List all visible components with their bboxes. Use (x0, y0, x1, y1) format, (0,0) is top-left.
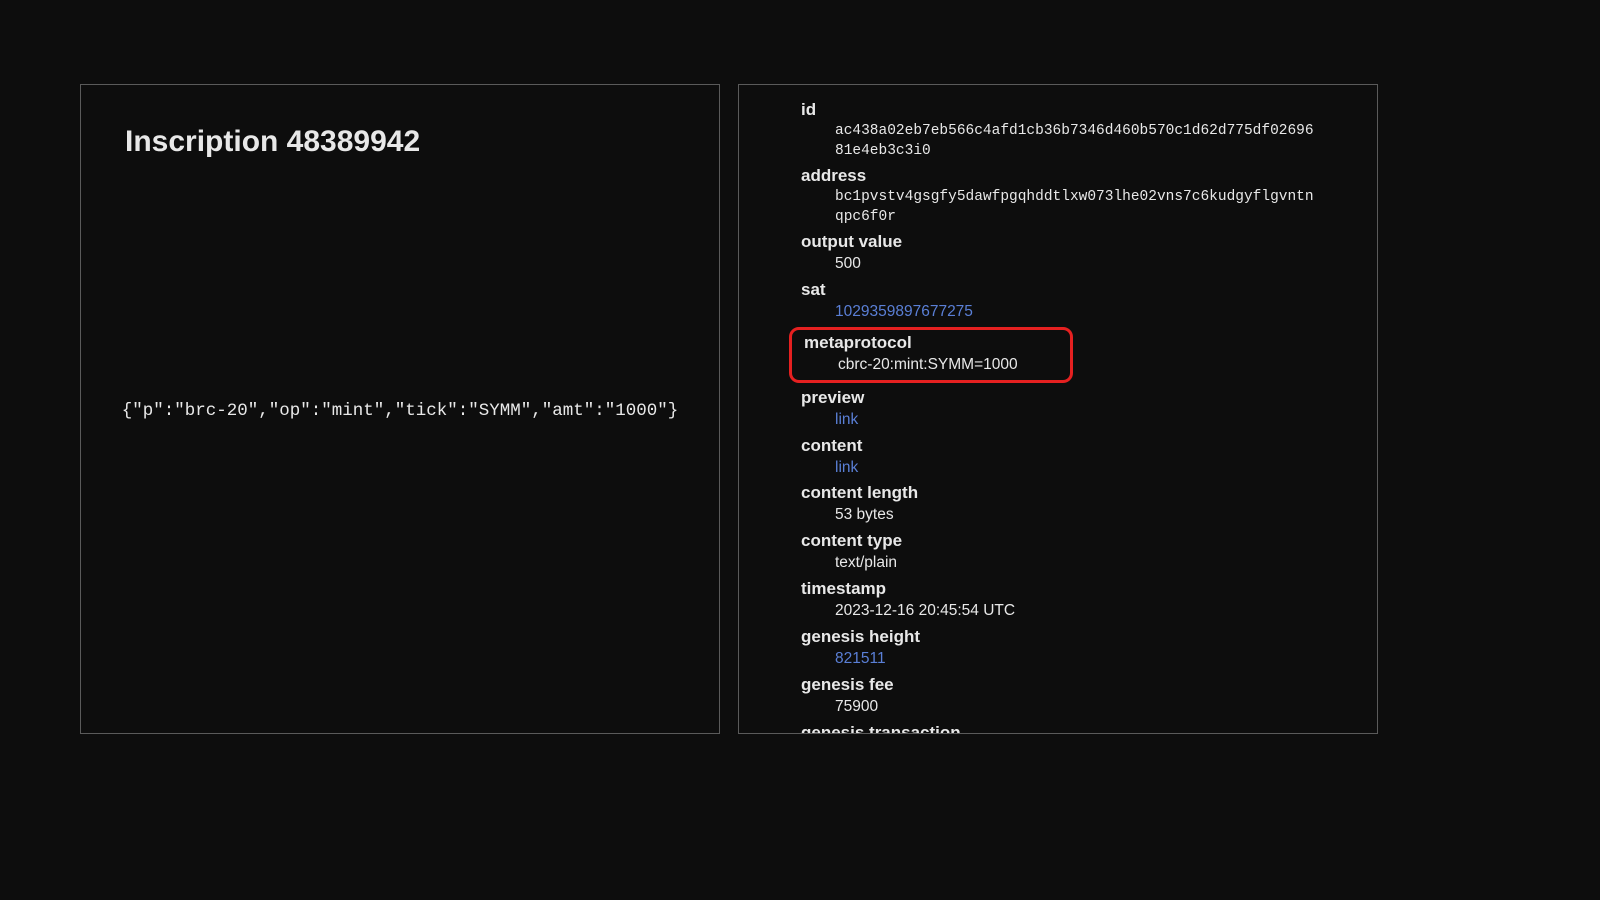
field-content-type-label: content type (801, 530, 1317, 553)
field-address-value: bc1pvstv4gsgfy5dawfpgqhddtlxw073lhe02vns… (801, 188, 1317, 227)
field-preview-value-link[interactable]: link (801, 410, 1317, 431)
field-output-value: output value 500 (801, 231, 1317, 275)
details-panel: id ac438a02eb7eb566c4afd1cb36b7346d460b5… (738, 84, 1378, 734)
field-genesis-fee-value: 75900 (801, 697, 1317, 718)
inscription-panel: Inscription 48389942 {"p":"brc-20","op":… (80, 84, 720, 734)
field-content-length: content length 53 bytes (801, 482, 1317, 526)
field-metaprotocol-value: cbrc-20:mint:SYMM=1000 (800, 355, 1062, 376)
field-sat-label: sat (801, 279, 1317, 302)
field-timestamp-label: timestamp (801, 578, 1317, 601)
field-genesis-fee-label: genesis fee (801, 674, 1317, 697)
field-preview: preview link (801, 387, 1317, 431)
field-genesis-height-label: genesis height (801, 626, 1317, 649)
field-content-length-value: 53 bytes (801, 505, 1317, 526)
field-genesis-height-value-link[interactable]: 821511 (801, 649, 1317, 670)
field-id-label: id (801, 99, 1317, 122)
field-timestamp-value: 2023-12-16 20:45:54 UTC (801, 601, 1317, 622)
field-content-type: content type text/plain (801, 530, 1317, 574)
field-content-length-label: content length (801, 482, 1317, 505)
field-content-label: content (801, 435, 1317, 458)
field-content-value-link[interactable]: link (801, 458, 1317, 479)
field-metaprotocol-label: metaprotocol (800, 332, 1062, 355)
field-sat: sat 1029359897677275 (801, 279, 1317, 323)
field-address: address bc1pvstv4gsgfy5dawfpgqhddtlxw073… (801, 165, 1317, 227)
field-address-label: address (801, 165, 1317, 188)
field-content: content link (801, 435, 1317, 479)
field-output-value-value: 500 (801, 254, 1317, 275)
inscription-json-content: {"p":"brc-20","op":"mint","tick":"SYMM",… (125, 129, 675, 693)
field-genesis-transaction: genesis transaction ac438a02eb7eb566c4af… (801, 722, 1317, 734)
field-id: id ac438a02eb7eb566c4afd1cb36b7346d460b5… (801, 99, 1317, 161)
field-timestamp: timestamp 2023-12-16 20:45:54 UTC (801, 578, 1317, 622)
field-genesis-height: genesis height 821511 (801, 626, 1317, 670)
field-genesis-fee: genesis fee 75900 (801, 674, 1317, 718)
field-id-value: ac438a02eb7eb566c4afd1cb36b7346d460b570c… (801, 122, 1317, 161)
field-preview-label: preview (801, 387, 1317, 410)
field-content-type-value: text/plain (801, 553, 1317, 574)
field-genesis-transaction-label: genesis transaction (801, 722, 1317, 734)
field-metaprotocol-highlighted: metaprotocol cbrc-20:mint:SYMM=1000 (789, 327, 1073, 383)
field-output-value-label: output value (801, 231, 1317, 254)
field-sat-value-link[interactable]: 1029359897677275 (801, 302, 1317, 323)
